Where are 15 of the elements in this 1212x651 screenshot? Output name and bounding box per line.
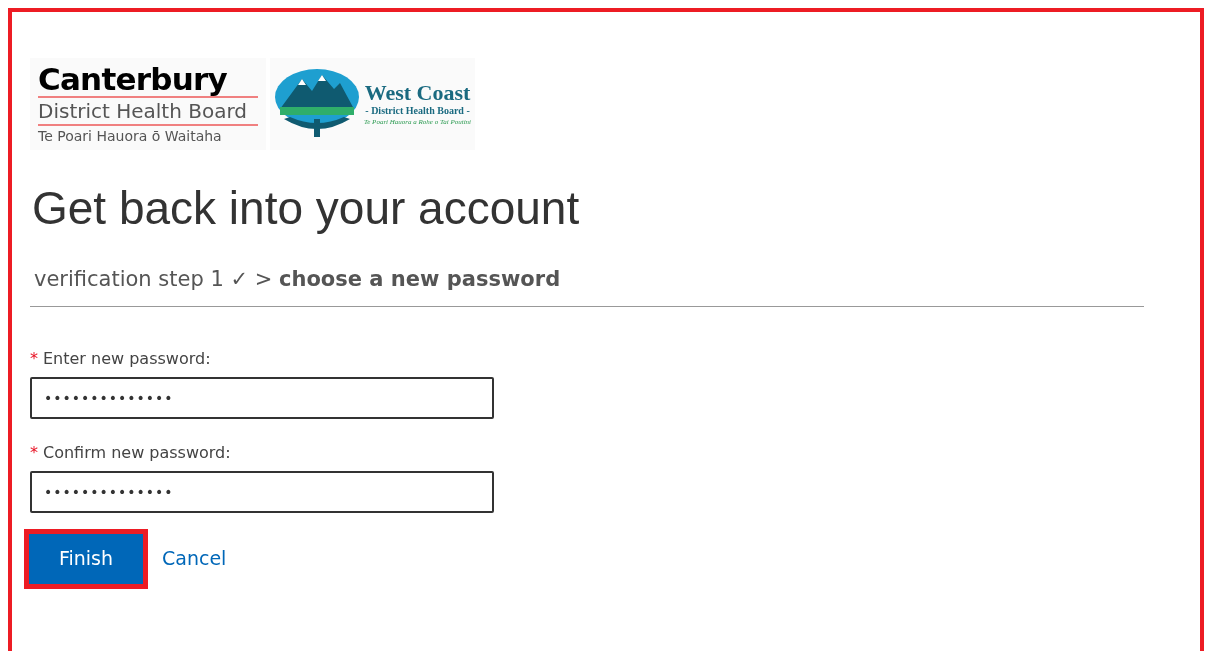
logo-title: Canterbury	[38, 62, 228, 96]
field-label: Enter new password:	[43, 347, 211, 370]
logo-tagline: Te Poari Hauora ō Waitaha	[38, 127, 223, 146]
logo-subtitle: - District Health Board -	[365, 105, 470, 117]
step-breadcrumb: verification step 1 ✓ > choose a new password	[34, 267, 561, 291]
required-mark: *	[30, 441, 38, 464]
field-label: Confirm new password:	[43, 441, 231, 464]
required-mark: *	[30, 347, 38, 370]
password-field[interactable]: ••••••••••••••	[30, 376, 494, 419]
finish-button[interactable]: Finish	[29, 533, 143, 584]
cancel-link[interactable]: Cancel	[162, 544, 227, 573]
password-field[interactable]: ••••••••••••••	[30, 470, 494, 513]
logo-subtitle: District Health Board	[38, 96, 258, 126]
page-heading: Get back into your account	[32, 181, 581, 236]
logo-title: West Coast	[364, 81, 471, 105]
